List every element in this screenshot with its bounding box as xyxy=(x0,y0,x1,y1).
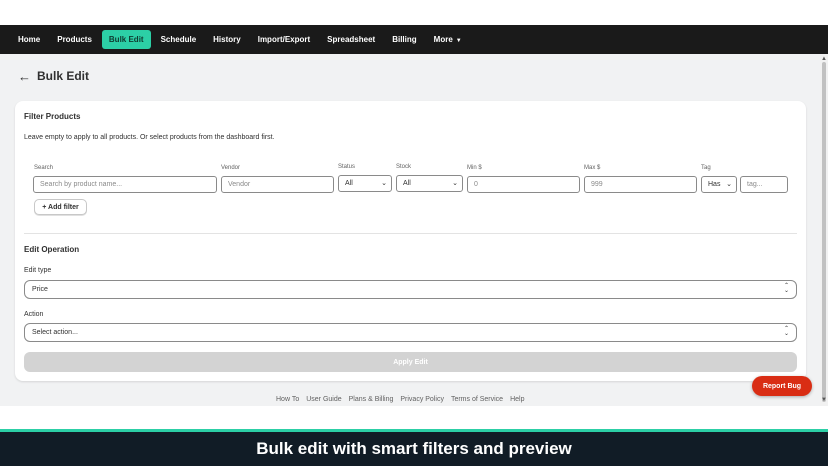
scroll-up-icon[interactable]: ▲ xyxy=(821,56,827,62)
edit-type-value: Price xyxy=(32,286,48,293)
tag-label: Tag xyxy=(701,165,711,171)
stock-value: All xyxy=(403,180,411,187)
footer-link-help[interactable]: Help xyxy=(510,396,524,403)
footer-link-privacy-policy[interactable]: Privacy Policy xyxy=(400,396,444,403)
max-price-input[interactable]: 999 xyxy=(584,176,697,193)
edit-type-select[interactable]: Price ⌃ ⌄ xyxy=(24,280,797,299)
min-price-input[interactable]: 0 xyxy=(467,176,580,193)
footer-links: How To User Guide Plans & Billing Privac… xyxy=(276,396,531,403)
scroll-down-icon[interactable]: ▼ xyxy=(821,397,827,403)
footer-link-how-to[interactable]: How To xyxy=(276,396,299,403)
chevron-down-icon: ⌄ xyxy=(452,180,458,187)
status-label: Status xyxy=(338,164,356,170)
nav-item-billing[interactable]: Billing xyxy=(385,30,423,49)
select-updown-icon: ⌃ ⌄ xyxy=(783,283,789,294)
stock-select[interactable]: All ⌄ xyxy=(396,175,463,192)
nav-item-products[interactable]: Products xyxy=(50,30,99,49)
page-header: ← Bulk Edit xyxy=(18,69,89,83)
action-select[interactable]: Select action... ⌃ ⌄ xyxy=(24,323,797,342)
chevron-down-icon: ⌄ xyxy=(381,180,387,187)
search-input[interactable]: Search by product name... xyxy=(33,176,217,193)
nav-item-more[interactable]: More ▼ xyxy=(427,30,469,49)
action-value: Select action... xyxy=(32,329,78,336)
edit-type-label: Edit type xyxy=(24,267,52,274)
tag-input[interactable]: tag... xyxy=(740,176,788,193)
scroll-thumb[interactable] xyxy=(822,62,826,402)
stock-label: Stock xyxy=(396,164,412,170)
nav-item-home[interactable]: Home xyxy=(11,30,47,49)
caption-banner: Bulk edit with smart filters and preview xyxy=(0,429,828,466)
apply-edit-button[interactable]: Apply Edit xyxy=(24,352,797,372)
footer-link-user-guide[interactable]: User Guide xyxy=(306,396,341,403)
status-select[interactable]: All ⌄ xyxy=(338,175,392,192)
edit-section-title: Edit Operation xyxy=(24,245,80,254)
footer-link-terms[interactable]: Terms of Service xyxy=(451,396,503,403)
section-divider xyxy=(24,233,797,234)
report-bug-button[interactable]: Report Bug xyxy=(752,376,812,396)
main-nav: Home Products Bulk Edit Schedule History… xyxy=(0,25,828,54)
action-label: Action xyxy=(24,311,44,318)
page-title: Bulk Edit xyxy=(37,69,90,83)
page-scrollbar[interactable] xyxy=(820,54,828,406)
footer-link-plans-billing[interactable]: Plans & Billing xyxy=(349,396,394,403)
select-updown-icon: ⌃ ⌄ xyxy=(783,326,789,337)
nav-item-import-export[interactable]: Import/Export xyxy=(251,30,317,49)
back-arrow-icon[interactable]: ← xyxy=(18,70,31,83)
nav-item-bulk-edit[interactable]: Bulk Edit xyxy=(101,30,151,49)
caret-down-icon: ▼ xyxy=(455,38,462,44)
nav-item-spreadsheet[interactable]: Spreadsheet xyxy=(320,30,382,49)
bottom-strip xyxy=(0,406,828,429)
vendor-label: Vendor xyxy=(221,165,241,171)
chevron-down-icon: ⌄ xyxy=(726,181,732,188)
nav-item-schedule[interactable]: Schedule xyxy=(154,30,204,49)
top-bar xyxy=(0,0,828,25)
add-filter-button[interactable]: + Add filter xyxy=(34,199,87,215)
filter-section-title: Filter Products xyxy=(24,112,81,121)
nav-more-label: More xyxy=(433,35,453,44)
min-price-label: Min $ xyxy=(467,165,482,171)
vendor-input[interactable]: Vendor xyxy=(221,176,334,193)
search-label: Search xyxy=(34,165,54,171)
filter-help-text: Leave empty to apply to all products. Or… xyxy=(24,134,275,141)
caption-text: Bulk edit with smart filters and preview xyxy=(256,439,572,458)
tag-mode-value: Has xyxy=(708,181,721,188)
status-value: All xyxy=(345,180,353,187)
nav-item-history[interactable]: History xyxy=(206,30,248,49)
tag-mode-select[interactable]: Has ⌄ xyxy=(701,176,737,193)
max-price-label: Max $ xyxy=(584,165,601,171)
